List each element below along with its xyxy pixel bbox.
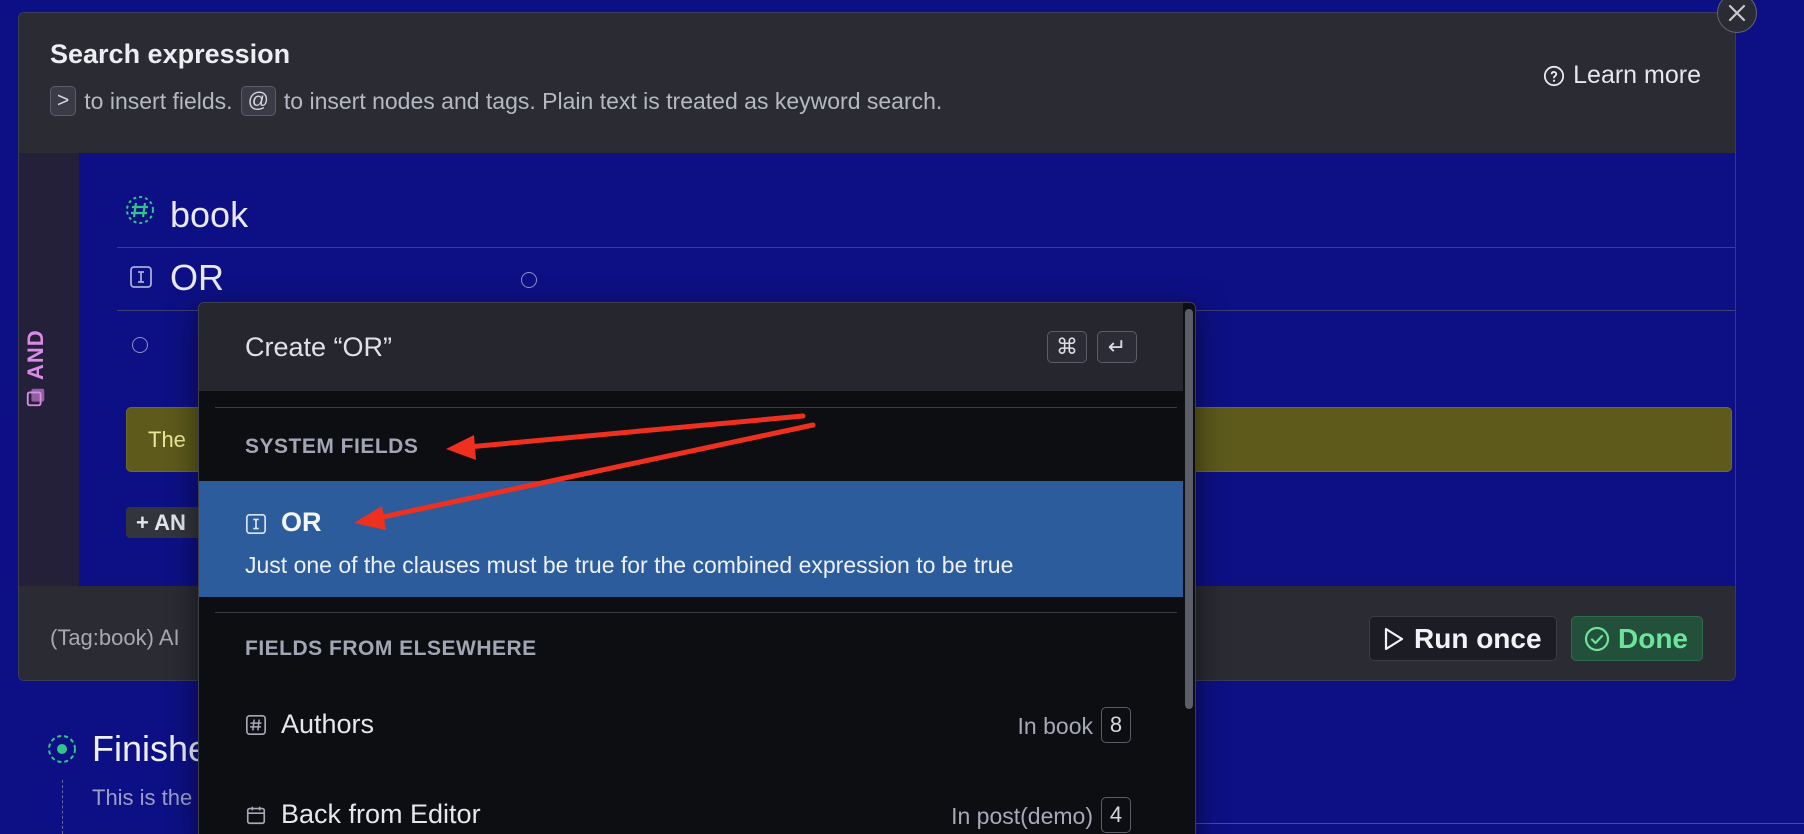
- option-authors-meta: In book: [1017, 713, 1093, 739]
- learn-more-link[interactable]: Learn more: [1543, 61, 1701, 90]
- field-icon: [246, 514, 266, 534]
- field-node-or[interactable]: OR: [170, 257, 224, 299]
- section-divider: [215, 612, 1177, 613]
- field-icon: [130, 266, 152, 288]
- empty-row-circle[interactable]: [132, 337, 148, 353]
- close-button[interactable]: [1717, 0, 1757, 33]
- panel-title: Search expression: [50, 39, 291, 69]
- panel-header: Search expression > to insert fields. @ …: [19, 13, 1735, 153]
- option-authors[interactable]: Authors In book 8: [199, 689, 1183, 759]
- option-authors-title: Authors: [281, 709, 375, 739]
- create-option-label: Create “OR”: [245, 332, 393, 362]
- tag-node-book[interactable]: book: [170, 194, 248, 236]
- hint-text-fields: to insert fields.: [84, 87, 233, 114]
- background-node-description: This is the: [92, 785, 193, 810]
- learn-more-label: Learn more: [1573, 61, 1701, 89]
- option-back-from-editor[interactable]: Back from Editor In post(demo) 4: [199, 779, 1183, 834]
- field-autocomplete-popup: Create “OR” ⌘ ↵ SYSTEM FIELDS OR Just on…: [198, 302, 1196, 834]
- value-placeholder-circle[interactable]: [521, 272, 537, 288]
- close-icon: [1728, 4, 1746, 22]
- panel-hint: > to insert fields. @ to insert nodes an…: [50, 86, 942, 116]
- hash-field-icon: [246, 715, 266, 735]
- and-operator-label: AND: [23, 329, 49, 408]
- hint-key-nodes: @: [240, 86, 276, 116]
- query-summary: (Tag:book) AI: [50, 625, 180, 650]
- cmd-key-icon: ⌘: [1047, 331, 1087, 363]
- and-text: AND: [23, 329, 48, 380]
- enter-key-icon: ↵: [1097, 331, 1137, 363]
- tag-hash-icon: [126, 196, 154, 224]
- help-circle-icon: [1544, 65, 1565, 86]
- done-label: Done: [1618, 622, 1688, 654]
- option-back-from-editor-meta: In post(demo): [951, 803, 1093, 829]
- option-or-selected[interactable]: OR Just one of the clauses must be true …: [199, 481, 1183, 597]
- node-bullet-icon: [48, 735, 76, 763]
- option-or-description: Just one of the clauses must be true for…: [245, 552, 1014, 578]
- children-guide-line: [62, 780, 63, 834]
- background-node-title[interactable]: Finishe: [92, 728, 208, 770]
- operator-icon: [26, 388, 45, 407]
- calendar-icon: [246, 806, 266, 825]
- option-back-from-editor-count: 4: [1101, 797, 1131, 833]
- option-or-title: OR: [281, 507, 322, 537]
- create-option[interactable]: Create “OR” ⌘ ↵: [199, 303, 1183, 391]
- option-back-from-editor-title: Back from Editor: [281, 799, 481, 829]
- section-heading-fields-elsewhere: FIELDS FROM ELSEWHERE: [245, 637, 537, 660]
- option-authors-count: 8: [1101, 707, 1131, 743]
- hint-key-fields: >: [50, 86, 77, 116]
- and-operator-bar[interactable]: AND: [19, 153, 79, 586]
- row-divider: [117, 247, 1735, 248]
- hint-text-nodes: to insert nodes and tags. Plain text is …: [283, 87, 943, 114]
- add-and-button[interactable]: + AN: [126, 507, 206, 538]
- scrollbar-thumb[interactable]: [1185, 309, 1193, 709]
- warning-text: The: [148, 427, 186, 452]
- section-heading-system-fields: SYSTEM FIELDS: [245, 435, 419, 458]
- section-divider: [215, 407, 1177, 408]
- play-icon: [1384, 627, 1404, 650]
- popup-scrollbar[interactable]: [1183, 303, 1195, 709]
- check-circle-icon: [1584, 626, 1610, 651]
- run-once-label: Run once: [1414, 622, 1542, 654]
- done-button[interactable]: Done: [1571, 616, 1703, 661]
- run-once-button[interactable]: Run once: [1369, 616, 1557, 661]
